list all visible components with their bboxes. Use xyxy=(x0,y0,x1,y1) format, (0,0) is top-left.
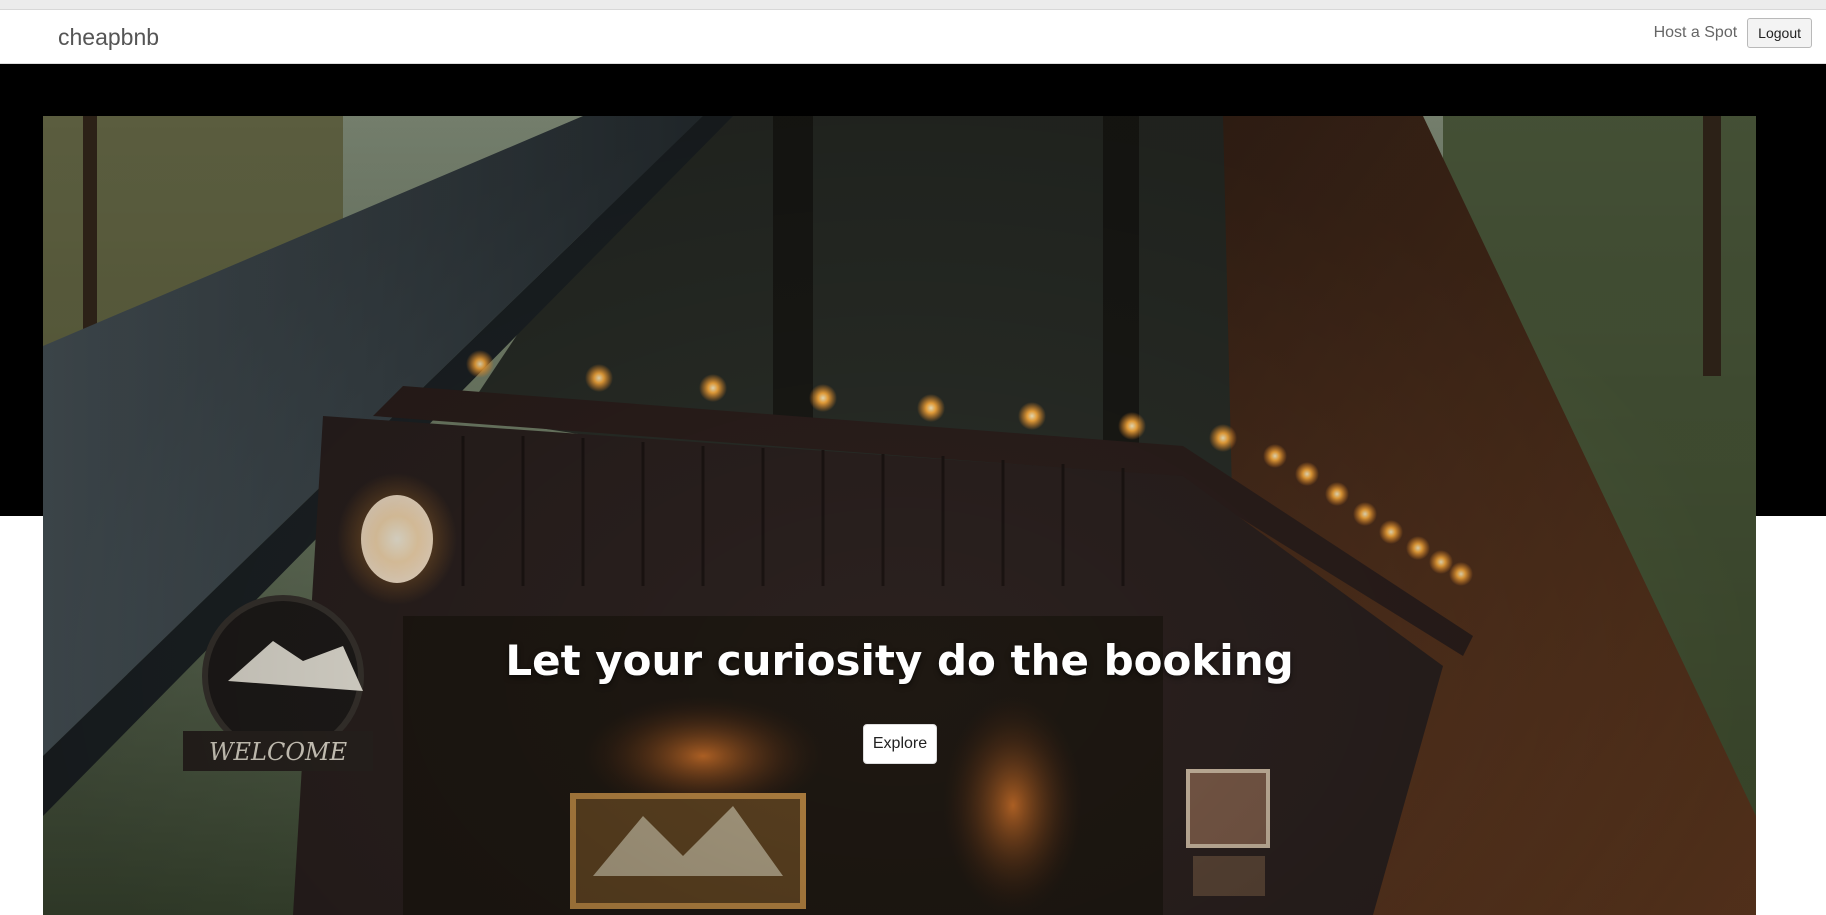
hero-overlay xyxy=(43,116,1756,915)
hero-title: Let your curiosity do the booking xyxy=(505,636,1294,685)
logout-button[interactable]: Logout xyxy=(1747,18,1812,48)
navbar: cheapbnb Host a Spot Logout xyxy=(0,10,1826,64)
brand-logo-link[interactable]: cheapbnb xyxy=(58,24,159,51)
navbar-actions: Host a Spot Logout xyxy=(1654,17,1812,49)
host-a-spot-link[interactable]: Host a Spot xyxy=(1654,24,1738,42)
browser-top-strip xyxy=(0,0,1826,10)
hero-banner: WELCOME Let your curiosity do the b xyxy=(43,116,1756,915)
explore-button[interactable]: Explore xyxy=(863,724,937,764)
